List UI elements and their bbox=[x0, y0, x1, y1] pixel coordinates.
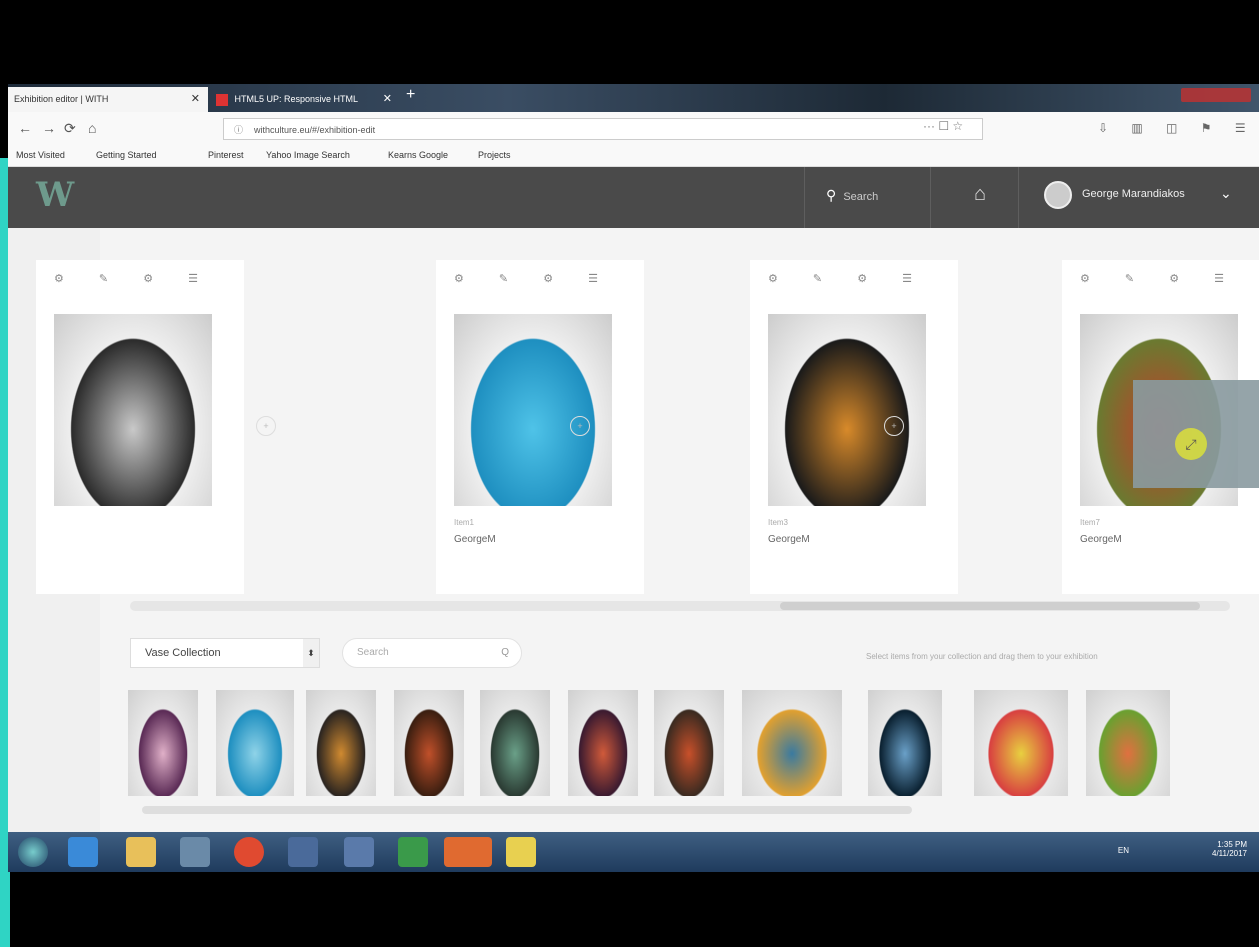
thumbnails-scrollbar[interactable] bbox=[142, 806, 912, 814]
excel-icon[interactable] bbox=[398, 837, 428, 867]
drop-zone-overlay[interactable]: ⤢ bbox=[1133, 380, 1259, 488]
divider bbox=[1018, 167, 1019, 228]
card-tools-icons[interactable]: ⚙ ✎ ⚙ ☰ bbox=[54, 272, 214, 285]
favicon-icon bbox=[216, 93, 228, 106]
forward-icon[interactable]: → bbox=[42, 120, 56, 136]
collection-thumbnail[interactable] bbox=[974, 690, 1068, 796]
collection-selected: Vase Collection bbox=[145, 647, 221, 659]
collection-thumbnails bbox=[128, 688, 1188, 800]
notes-icon[interactable] bbox=[506, 837, 536, 867]
address-bar[interactable]: ⓘ withculture.eu/#/exhibition-edit bbox=[223, 118, 983, 140]
chrome-icon[interactable] bbox=[234, 837, 264, 867]
vase-image bbox=[768, 314, 926, 506]
clock-date: 4/11/2017 bbox=[1212, 849, 1247, 858]
close-icon[interactable]: ✕ bbox=[383, 87, 392, 112]
card-label: Item3 bbox=[768, 518, 789, 527]
folder-icon[interactable] bbox=[126, 837, 156, 867]
windows-taskbar: 1:35 PM 4/11/2017 EN bbox=[8, 832, 1259, 872]
collection-thumbnail[interactable] bbox=[216, 690, 294, 796]
media-icon[interactable] bbox=[180, 837, 210, 867]
add-between-icon[interactable]: + bbox=[570, 416, 590, 436]
search-icon: ⚲ bbox=[826, 187, 837, 203]
collection-thumbnail[interactable] bbox=[654, 690, 724, 796]
firefox-icon[interactable] bbox=[444, 837, 492, 867]
language-indicator[interactable]: EN bbox=[1118, 846, 1129, 855]
url-actions-icon[interactable]: ··· ☐ ☆ bbox=[923, 119, 963, 133]
exhibition-card[interactable]: ⚙ ✎ ⚙ ☰ Item1 GeorgeM bbox=[436, 260, 644, 594]
bookmarks-bar: Most Visited Getting Started Pinterest Y… bbox=[8, 146, 1259, 167]
dropdown-arrow-icon[interactable]: ⬍ bbox=[303, 639, 319, 667]
header-search[interactable]: ⚲ Search bbox=[826, 187, 878, 204]
bookmark-kearns-google[interactable]: Kearns Google bbox=[388, 150, 448, 160]
back-icon[interactable]: ← bbox=[18, 120, 32, 136]
close-icon[interactable]: ✕ bbox=[191, 87, 200, 112]
chevron-down-icon[interactable]: ⌄ bbox=[1220, 185, 1232, 202]
ie-icon[interactable] bbox=[68, 837, 98, 867]
cards-scrollbar[interactable] bbox=[130, 601, 1230, 611]
collection-thumbnail[interactable] bbox=[868, 690, 942, 796]
divider bbox=[930, 167, 931, 228]
card-tools-icons[interactable]: ⚙ ✎ ⚙ ☰ bbox=[768, 272, 928, 285]
collection-thumbnail[interactable] bbox=[1086, 690, 1170, 796]
app-logo[interactable]: W bbox=[36, 175, 74, 215]
search-placeholder: Search bbox=[357, 647, 389, 658]
collection-thumbnail[interactable] bbox=[568, 690, 638, 796]
card-tools-icons[interactable]: ⚙ ✎ ⚙ ☰ bbox=[454, 272, 614, 285]
app-icon[interactable] bbox=[344, 837, 374, 867]
collection-thumbnail[interactable] bbox=[480, 690, 550, 796]
info-icon: ⓘ bbox=[234, 125, 244, 135]
navigation-bar: ← → ⟳ ⌂ ⓘ withculture.eu/#/exhibition-ed… bbox=[8, 112, 1259, 147]
bookmark-getting-started[interactable]: Getting Started bbox=[96, 150, 157, 160]
add-between-icon[interactable]: + bbox=[884, 416, 904, 436]
card-tools-icons[interactable]: ⚙ ✎ ⚙ ☰ bbox=[1080, 272, 1240, 285]
tab-exhibition-editor[interactable]: Exhibition editor | WITH ✕ bbox=[8, 87, 208, 112]
vase-image bbox=[54, 314, 212, 506]
exhibition-card[interactable]: ⚙ ✎ ⚙ ☰ bbox=[36, 260, 244, 594]
scrollbar-thumb[interactable] bbox=[780, 602, 1200, 610]
bookmark-projects[interactable]: Projects bbox=[478, 150, 511, 160]
card-owner: GeorgeM bbox=[1080, 534, 1122, 545]
divider bbox=[804, 167, 805, 228]
add-between-icon[interactable]: + bbox=[256, 416, 276, 436]
search-label: Search bbox=[843, 191, 879, 203]
user-name[interactable]: George Marandiakos bbox=[1082, 188, 1185, 200]
card-owner: GeorgeM bbox=[454, 534, 496, 545]
app-header: W ⚲ Search ⌂ George Marandiakos ⌄ bbox=[8, 167, 1259, 228]
app-icon[interactable] bbox=[288, 837, 318, 867]
card-owner: GeorgeM bbox=[768, 534, 810, 545]
tab-title: HTML5 UP: Responsive HTML bbox=[234, 94, 359, 104]
collection-search-input[interactable]: Search Q bbox=[342, 638, 522, 668]
drag-hint: Select items from your collection and dr… bbox=[866, 652, 1098, 661]
exhibition-editor: ⚙ ✎ ⚙ ☰ ⚙ ✎ ⚙ ☰ Item1 GeorgeM ⚙ ✎ ⚙ ☰ Item3 Ge… bbox=[8, 228, 1259, 832]
browser-window: Exhibition editor | WITH ✕ HTML5 UP: Res… bbox=[8, 84, 1259, 872]
tab-html5up[interactable]: HTML5 UP: Responsive HTML ✕ bbox=[210, 87, 400, 112]
bookmark-pinterest[interactable]: Pinterest bbox=[208, 150, 244, 160]
collection-thumbnail[interactable] bbox=[742, 690, 842, 796]
card-label: Item7 bbox=[1080, 518, 1101, 527]
collection-thumbnail[interactable] bbox=[128, 690, 198, 796]
clock-time: 1:35 PM bbox=[1217, 840, 1247, 849]
toolbar-icons[interactable]: ⇩ ▥ ◫ ⚑ ☰ bbox=[1098, 121, 1256, 135]
avatar[interactable] bbox=[1044, 181, 1072, 209]
collection-thumbnail[interactable] bbox=[394, 690, 464, 796]
bookmark-most-visited[interactable]: Most Visited bbox=[16, 150, 65, 160]
tab-bar: Exhibition editor | WITH ✕ HTML5 UP: Res… bbox=[8, 84, 1259, 112]
exhibition-card[interactable]: ⚙ ✎ ⚙ ☰ Item3 GeorgeM bbox=[750, 260, 958, 594]
tab-title: Exhibition editor | WITH bbox=[14, 94, 109, 104]
reload-icon[interactable]: ⟳ bbox=[64, 120, 76, 137]
collection-select[interactable]: Vase Collection ⬍ bbox=[130, 638, 320, 668]
collection-thumbnail[interactable] bbox=[306, 690, 376, 796]
new-tab-button[interactable]: + bbox=[406, 86, 415, 104]
bookmark-yahoo-image-search[interactable]: Yahoo Image Search bbox=[266, 150, 350, 160]
system-clock[interactable]: 1:35 PM 4/11/2017 bbox=[1212, 840, 1247, 858]
home-icon[interactable]: ⌂ bbox=[88, 120, 96, 136]
window-controls[interactable] bbox=[1181, 88, 1251, 102]
search-icon[interactable]: Q bbox=[501, 639, 509, 667]
card-label: Item1 bbox=[454, 518, 475, 527]
expand-icon[interactable]: ⤢ bbox=[1175, 428, 1207, 460]
url-text: withculture.eu/#/exhibition-edit bbox=[254, 125, 376, 135]
vase-image bbox=[454, 314, 612, 506]
lock-icon[interactable]: ⌂ bbox=[974, 183, 986, 206]
start-button[interactable] bbox=[18, 837, 48, 867]
